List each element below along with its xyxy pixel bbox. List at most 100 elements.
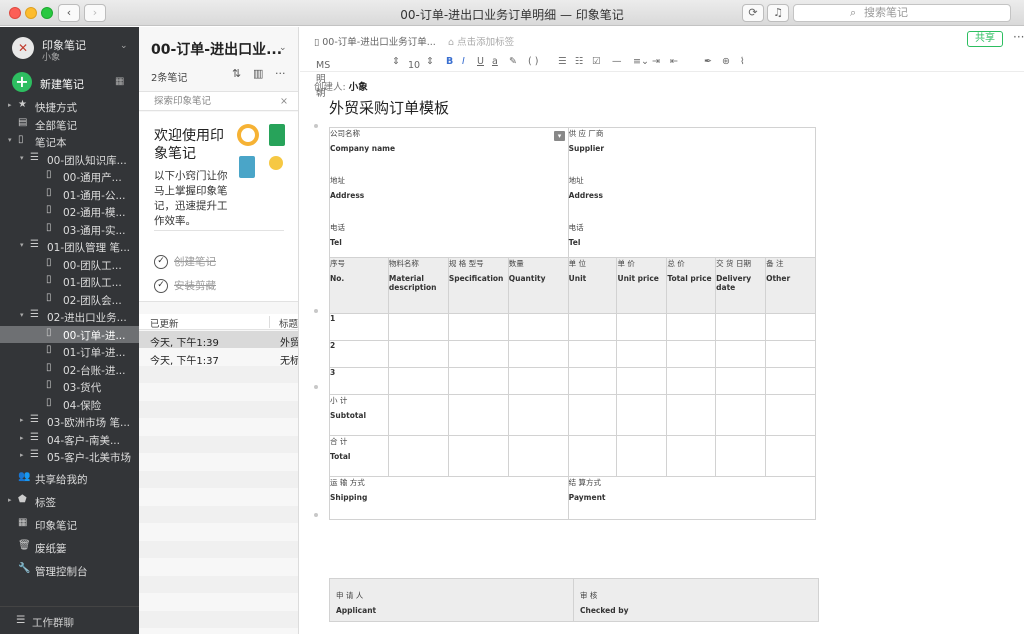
table-cell[interactable] — [715, 340, 767, 368]
table-cell[interactable] — [387, 367, 449, 395]
table-cell[interactable] — [387, 394, 449, 436]
sidebar-item[interactable]: ▯ 00-订单-进... — [0, 325, 139, 343]
divider-icon[interactable]: — — [612, 56, 622, 67]
chevron-right-icon[interactable]: ▸ — [8, 101, 12, 109]
column-header[interactable]: 序号 No. — [329, 257, 389, 314]
numbered-list-icon[interactable]: ☷ — [575, 56, 584, 67]
column-header[interactable]: 单 价 Unit price — [616, 257, 668, 314]
more-options-icon[interactable]: ··· — [275, 67, 286, 80]
table-cell[interactable] — [715, 313, 767, 341]
sidebar-item[interactable]: 🔧 管理控制台 — [0, 562, 139, 579]
table-cell[interactable] — [507, 435, 569, 477]
sidebar-item[interactable]: ▸ ★ 快捷方式 — [0, 98, 139, 115]
table-cell[interactable] — [616, 367, 668, 395]
checked-by-cell[interactable]: 审 核 Checked by — [573, 578, 819, 622]
task-create-note[interactable]: ✓ 创建笔记 — [154, 254, 216, 269]
sidebar-item[interactable]: ▾ ☰ 00-团队知识库... — [0, 151, 139, 168]
align-icon[interactable]: ≡⌄ — [633, 56, 649, 67]
pen-icon[interactable]: ✒ — [704, 56, 712, 67]
table-cell[interactable] — [387, 313, 449, 341]
notifications-button[interactable]: ♫ — [767, 4, 789, 22]
column-header[interactable]: 交 货 日期 Delivery date — [715, 257, 767, 314]
table-cell[interactable] — [765, 394, 816, 436]
note-list-item[interactable]: 今天, 下午1:37 无标 — [139, 349, 298, 366]
sidebar-item[interactable]: ▯ 00-通用产... — [0, 168, 139, 185]
bullet-list-icon[interactable]: ☰ — [558, 56, 567, 67]
view-options-icon[interactable]: ▥ — [253, 67, 263, 80]
table-cell[interactable] — [715, 367, 767, 395]
row-number-cell[interactable]: 3 — [329, 367, 389, 395]
indent-icon[interactable]: ⇥ — [652, 56, 660, 67]
sidebar-item[interactable]: ▯ 03-通用-实... — [0, 221, 139, 238]
table-cell[interactable] — [447, 367, 509, 395]
table-cell[interactable] — [666, 435, 717, 477]
subtotal-label-cell[interactable]: 小 计 Subtotal — [329, 394, 389, 436]
table-cell[interactable] — [666, 313, 717, 341]
work-chat-button[interactable]: ☰ 工作群聊 — [0, 606, 139, 634]
supplier-info-cell[interactable]: 供 应 厂商 Supplier 地址 Address 电话 Tel — [567, 127, 817, 258]
notebook-title[interactable]: 00-订单-进出口业... — [151, 39, 282, 59]
table-menu-dropdown[interactable]: ▾ — [554, 131, 565, 141]
table-cell[interactable] — [666, 340, 717, 368]
italic-icon[interactable]: I — [462, 56, 465, 67]
chevron-updown-icon[interactable]: ⇕ — [426, 56, 434, 67]
column-header[interactable]: 数量 Quantity — [507, 257, 569, 314]
sidebar-item[interactable]: ▯ 02-通用-模... — [0, 203, 139, 220]
table-cell[interactable] — [715, 435, 767, 477]
block-handle[interactable] — [314, 513, 318, 517]
grid-icon[interactable]: ▦ — [115, 76, 126, 87]
more-insert-icon[interactable]: ⊛ — [722, 56, 730, 67]
table-cell[interactable] — [616, 340, 668, 368]
table-cell[interactable] — [567, 367, 618, 395]
sidebar-item[interactable]: ▾ ☰ 01-团队管理 笔... — [0, 238, 139, 255]
table-cell[interactable] — [765, 367, 816, 395]
sort-icon[interactable]: ⇅ — [232, 67, 241, 80]
note-title[interactable]: 外贸采购订单模板 — [329, 97, 449, 118]
sidebar-item[interactable]: ▯ 02-团队会... — [0, 291, 139, 308]
table-cell[interactable] — [666, 367, 717, 395]
column-header[interactable]: 规 格 型号 Specification — [447, 257, 509, 314]
total-label-cell[interactable]: 合 计 Total — [329, 435, 389, 477]
sidebar-item[interactable]: ▾ ☰ 02-进出口业务... — [0, 308, 139, 325]
close-icon[interactable]: × — [280, 92, 288, 111]
sidebar-item[interactable]: ▸ ☰ 05-客户-北美市场 — [0, 448, 139, 465]
table-cell[interactable] — [507, 394, 569, 436]
sidebar-item[interactable]: ▸ ☰ 04-客户-南美... — [0, 431, 139, 448]
checkbox-icon[interactable]: ☑ — [592, 56, 601, 67]
table-cell[interactable] — [765, 313, 816, 341]
table-cell[interactable] — [567, 394, 618, 436]
task-install-clipper[interactable]: ✓ 安装剪藏 — [154, 278, 216, 293]
column-updated[interactable]: 已更新 — [150, 316, 179, 330]
table-cell[interactable] — [507, 340, 569, 368]
underline-icon[interactable]: U — [477, 56, 484, 67]
row-number-cell[interactable]: 1 — [329, 313, 389, 341]
add-tag-field[interactable]: ⌂ 点击添加标签 — [448, 34, 514, 48]
table-cell[interactable] — [715, 394, 767, 436]
sidebar-item[interactable]: 👥 共享给我的 — [0, 470, 139, 487]
sync-button[interactable]: ⟳ — [742, 4, 764, 22]
payment-cell[interactable]: 结 算方式 Payment — [567, 476, 817, 520]
row-number-cell[interactable]: 2 — [329, 340, 389, 368]
column-header[interactable]: 物料名称 Material description — [387, 257, 449, 314]
chevron-down-icon[interactable]: ⌄ — [279, 43, 287, 53]
sidebar-item[interactable]: ▸ ☰ 03-欧洲市场 笔... — [0, 413, 139, 430]
sidebar-item[interactable]: ▯ 04-保险 — [0, 396, 139, 413]
table-cell[interactable] — [616, 394, 668, 436]
table-cell[interactable] — [387, 435, 449, 477]
block-handle[interactable] — [314, 385, 318, 389]
code-icon[interactable]: ( ) — [528, 56, 538, 67]
column-header[interactable]: 单 位 Unit — [567, 257, 618, 314]
share-button[interactable]: 共享 — [967, 31, 1003, 47]
table-cell[interactable] — [765, 340, 816, 368]
sidebar-item[interactable]: ▯ 01-团队工... — [0, 273, 139, 290]
column-header[interactable]: 备 注 Other — [765, 257, 816, 314]
chevron-down-icon[interactable]: ▾ — [20, 241, 24, 249]
table-cell[interactable] — [507, 367, 569, 395]
sidebar-item[interactable]: ▯ 02-台账-进... — [0, 361, 139, 378]
table-cell[interactable] — [447, 313, 509, 341]
table-cell[interactable] — [507, 313, 569, 341]
column-title[interactable]: 标题 — [279, 316, 298, 330]
table-cell[interactable] — [765, 435, 816, 477]
block-handle[interactable] — [314, 309, 318, 313]
explore-search-input[interactable]: 探索印象笔记 × — [139, 91, 298, 111]
